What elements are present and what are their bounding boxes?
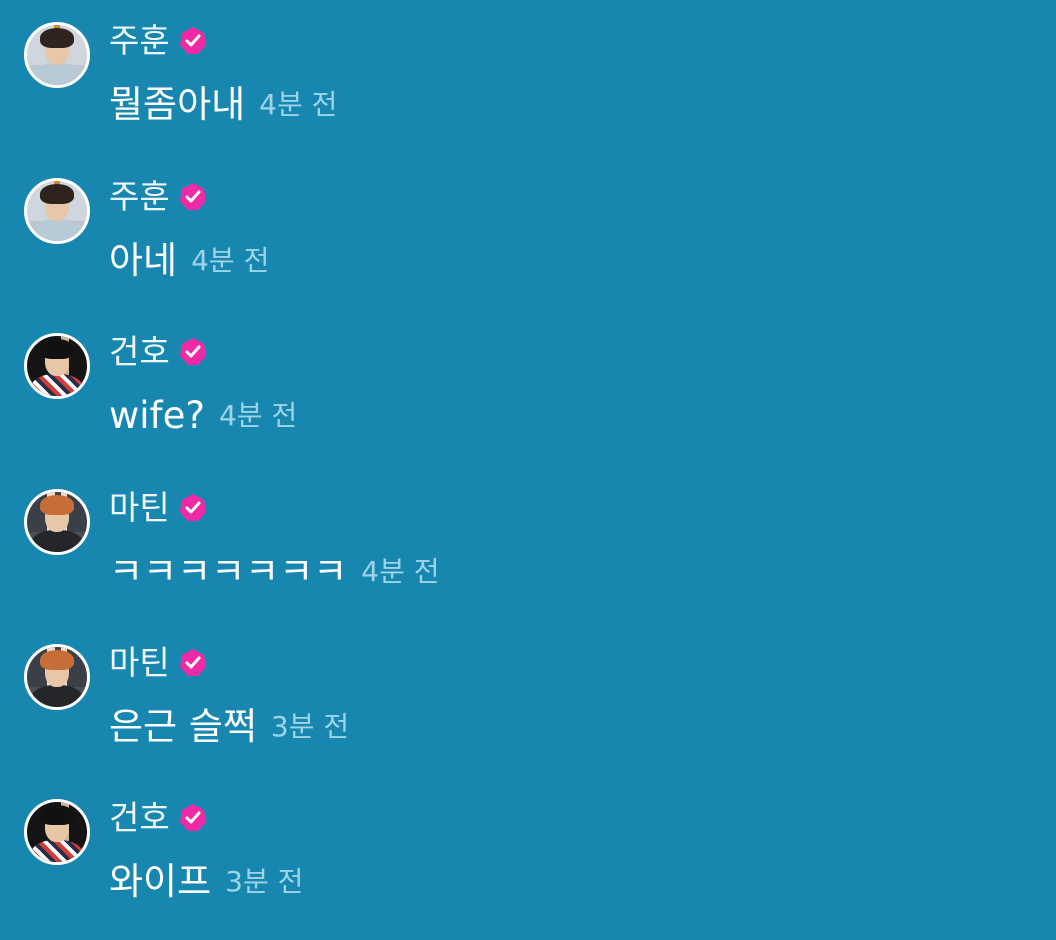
avatar[interactable]: [24, 644, 90, 710]
message-text: 아네: [109, 239, 178, 282]
message-time: 3분 전: [225, 865, 304, 898]
username[interactable]: 주훈: [109, 20, 170, 62]
avatar-hair: [40, 339, 74, 359]
message-text: wife?: [109, 394, 205, 437]
avatar-body: [31, 685, 83, 707]
username[interactable]: 마틴: [109, 642, 170, 684]
chat-message: 주훈 아네 4분 전: [24, 176, 1024, 296]
avatar-body: [31, 530, 83, 552]
verified-badge-icon: [179, 494, 206, 521]
message-content: 와이프 3분 전: [109, 855, 303, 909]
message-header: 주훈: [109, 176, 208, 218]
avatar[interactable]: [24, 489, 90, 555]
avatar-hair: [40, 495, 74, 515]
avatar-hair: [40, 184, 74, 204]
verified-badge-icon: [179, 804, 206, 831]
username[interactable]: 주훈: [109, 176, 170, 218]
message-time: 4분 전: [218, 399, 298, 432]
avatar-body: [31, 840, 83, 862]
chat-message: 마틴 은근 슬쩍 3분 전: [24, 642, 1024, 762]
chat-feed: 주훈 뭘좀아내 4분 전 주훈 아네 4분 전 건호 wife? 4분 전 마틴…: [0, 0, 1056, 940]
message-content: 아네 4분 전: [109, 234, 269, 288]
message-header: 마틴: [109, 642, 208, 684]
verified-badge-icon: [179, 338, 206, 365]
avatar-body: [31, 63, 83, 85]
message-header: 주훈: [109, 20, 208, 62]
message-content: wife? 4분 전: [109, 389, 297, 443]
verified-badge-icon: [179, 649, 206, 676]
message-header: 마틴: [109, 487, 208, 529]
message-content: 뭘좀아내 4분 전: [109, 78, 337, 132]
username[interactable]: 건호: [109, 331, 170, 373]
avatar-hair: [40, 28, 74, 48]
message-text: 와이프: [109, 860, 212, 903]
avatar-hair: [40, 805, 74, 825]
message-time: 4분 전: [259, 88, 338, 121]
message-time: 4분 전: [191, 244, 270, 277]
avatar-body: [31, 374, 83, 396]
verified-badge-icon: [179, 183, 206, 210]
message-time: 4분 전: [361, 555, 440, 588]
message-header: 건호: [109, 797, 208, 839]
chat-message: 건호 와이프 3분 전: [24, 797, 1024, 917]
avatar-body: [31, 219, 83, 241]
message-content: 은근 슬쩍 3분 전: [109, 700, 349, 754]
chat-message: 마틴 ㅋㅋㅋㅋㅋㅋㅋ 4분 전: [24, 487, 1024, 607]
chat-message: 주훈 뭘좀아내 4분 전: [24, 20, 1024, 140]
message-header: 건호: [109, 331, 208, 373]
avatar[interactable]: [24, 22, 90, 88]
message-text: ㅋㅋㅋㅋㅋㅋㅋ: [109, 550, 348, 593]
avatar[interactable]: [24, 333, 90, 399]
username[interactable]: 마틴: [109, 487, 170, 529]
username[interactable]: 건호: [109, 797, 170, 839]
avatar[interactable]: [24, 799, 90, 865]
avatar[interactable]: [24, 178, 90, 244]
avatar-hair: [40, 650, 74, 670]
message-content: ㅋㅋㅋㅋㅋㅋㅋ 4분 전: [109, 545, 440, 599]
verified-badge-icon: [179, 27, 206, 54]
chat-message: 건호 wife? 4분 전: [24, 331, 1024, 451]
message-time: 3분 전: [270, 710, 350, 743]
message-text: 은근 슬쩍: [109, 705, 257, 748]
message-text: 뭘좀아내: [109, 83, 246, 126]
